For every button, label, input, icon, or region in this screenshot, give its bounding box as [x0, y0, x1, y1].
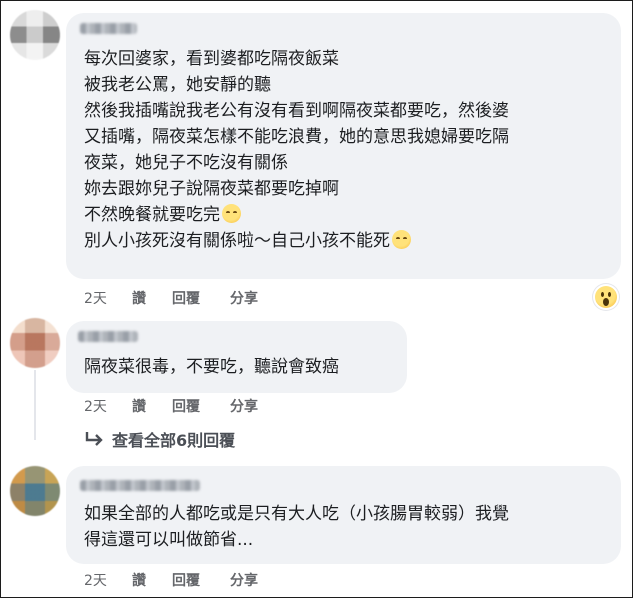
- reply-arrow-icon: [85, 432, 103, 446]
- share-button[interactable]: 分享: [230, 396, 258, 416]
- comment-text: 隔夜菜很毒，不要吃，聽說會致癌: [84, 354, 339, 380]
- smirk-emoji-icon: [392, 230, 411, 249]
- thread-line: [34, 370, 36, 440]
- like-button[interactable]: 讚: [132, 570, 172, 590]
- like-button[interactable]: 讚: [132, 396, 172, 416]
- comment-bubble: 如果全部的人都吃或是只有大人吃（小孩腸胃較弱）我覺 得這還可以叫做節省...: [66, 466, 621, 564]
- comment-bubble: 隔夜菜很毒，不要吃，聽說會致癌: [66, 321, 407, 393]
- avatar[interactable]: [10, 318, 60, 368]
- timestamp[interactable]: 2天: [84, 570, 132, 590]
- like-button[interactable]: 讚: [132, 288, 172, 308]
- comment-line: 又插嘴，隔夜菜怎樣不能吃浪費，她的意思我媳婦要吃隔: [84, 127, 509, 147]
- commenter-name-blurred[interactable]: [80, 23, 137, 34]
- comment-line: 每次回婆家，看到婆都吃隔夜飯菜: [84, 49, 339, 69]
- comment-bubble: 每次回婆家，看到婆都吃隔夜飯菜 被我老公罵，她安靜的聽 然後我插嘴說我老公有沒有…: [66, 13, 621, 279]
- comment-line: 得這還可以叫做節省...: [84, 530, 254, 550]
- view-replies-label: 查看全部6則回覆: [112, 431, 236, 450]
- comment-line: 如果全部的人都吃或是只有大人吃（小孩腸胃較弱）我覺: [84, 504, 509, 524]
- view-all-replies-link[interactable]: 查看全部6則回覆: [84, 427, 235, 451]
- timestamp[interactable]: 2天: [84, 396, 132, 416]
- relieved-emoji-icon: [222, 204, 241, 223]
- reply-button[interactable]: 回覆: [172, 288, 230, 308]
- comment-actions: 2天 讚 回覆 分享: [84, 570, 258, 590]
- timestamp[interactable]: 2天: [84, 288, 132, 308]
- share-button[interactable]: 分享: [230, 570, 258, 590]
- avatar[interactable]: [10, 466, 60, 516]
- reply-button[interactable]: 回覆: [172, 570, 230, 590]
- comment-line: 隔夜菜很毒，不要吃，聽說會致癌: [84, 357, 339, 377]
- comment-line: 妳去跟妳兒子說隔夜菜都要吃掉啊: [84, 179, 339, 199]
- reply-button[interactable]: 回覆: [172, 396, 230, 416]
- share-button[interactable]: 分享: [230, 288, 258, 308]
- comment-text: 如果全部的人都吃或是只有大人吃（小孩腸胃較弱）我覺 得這還可以叫做節省...: [84, 501, 509, 553]
- comment-line: 不然晚餐就要吃完: [84, 205, 220, 225]
- comment-line: 別人小孩死沒有關係啦～自己小孩不能死: [84, 231, 390, 251]
- comment-line: 被我老公罵，她安靜的聽: [84, 75, 271, 95]
- wow-emoji-icon[interactable]: [593, 284, 619, 310]
- commenter-name-blurred[interactable]: [78, 331, 138, 342]
- avatar[interactable]: [10, 10, 60, 60]
- comment-actions: 2天 讚 回覆 分享: [84, 396, 258, 416]
- comment-text: 每次回婆家，看到婆都吃隔夜飯菜 被我老公罵，她安靜的聽 然後我插嘴說我老公有沒有…: [84, 46, 509, 254]
- comment-actions: 2天 讚 回覆 分享: [84, 288, 258, 308]
- comment-line: 夜菜，她兒子不吃沒有關係: [84, 153, 288, 173]
- commenter-name-blurred[interactable]: [80, 480, 200, 491]
- comment-line: 然後我插嘴說我老公有沒有看到啊隔夜菜都要吃，然後婆: [84, 101, 509, 121]
